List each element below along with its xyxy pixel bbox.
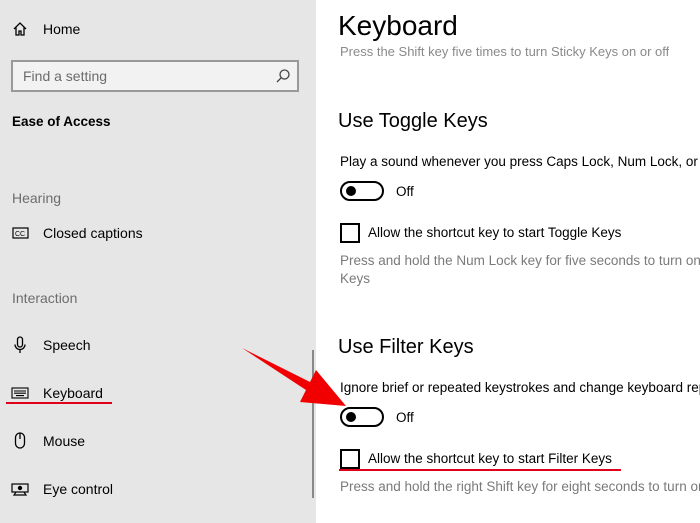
toggle-keys-shortcut-checkbox[interactable]: [340, 223, 360, 243]
sidebar-item-mouse[interactable]: Mouse: [0, 423, 316, 459]
toggle-knob: [346, 412, 356, 422]
page-title: Keyboard: [338, 10, 458, 41]
main-content: Keyboard Press the Shift key five times …: [316, 0, 700, 523]
svg-text:CC: CC: [15, 231, 25, 238]
filter-keys-state: Off: [396, 410, 414, 425]
eye-control-icon: [11, 480, 29, 498]
section-title: Ease of Access: [12, 114, 111, 129]
sidebar-item-label: Speech: [43, 337, 91, 353]
sidebar-item-label: Eye control: [43, 481, 114, 497]
toggle-keys-description: Play a sound whenever you press Caps Loc…: [340, 154, 700, 169]
sidebar-item-closed-captions[interactable]: CC Closed captions: [0, 215, 316, 251]
sidebar-item-label: Mouse: [43, 433, 86, 449]
filter-keys-description: Ignore brief or repeated keystrokes and …: [340, 380, 700, 395]
filter-keys-shortcut-checkbox[interactable]: [340, 449, 360, 469]
annotation-arrow-icon: [242, 348, 346, 406]
microphone-icon: [11, 336, 29, 354]
filter-keys-hint: Press and hold the right Shift key for e…: [340, 479, 700, 494]
filter-keys-annotation-underline: [339, 469, 621, 471]
sidebar-item-label: Closed captions: [43, 225, 143, 241]
toggle-keys-hint-line1: Press and hold the Num Lock key for five…: [340, 253, 700, 268]
toggle-keys-shortcut-label[interactable]: Allow the shortcut key to start Toggle K…: [368, 225, 621, 240]
sidebar: Home Find a setting Ease of Access Heari…: [0, 0, 316, 523]
sidebar-item-label: Keyboard: [43, 385, 103, 401]
keyboard-icon: [11, 384, 29, 402]
toggle-keys-state: Off: [396, 184, 414, 199]
home-icon: [11, 20, 29, 38]
toggle-keys-heading: Use Toggle Keys: [338, 110, 488, 132]
group-title-hearing: Hearing: [12, 190, 62, 206]
active-item-annotation: [6, 402, 112, 404]
sidebar-item-label: Home: [43, 21, 81, 37]
sidebar-item-eye-control[interactable]: Eye control: [0, 471, 316, 507]
toggle-knob: [346, 186, 356, 196]
toggle-keys-hint-line2: Keys: [340, 271, 371, 286]
filter-keys-shortcut-label[interactable]: Allow the shortcut key to start Filter K…: [368, 451, 612, 466]
sidebar-item-home[interactable]: Home: [0, 11, 316, 47]
filter-keys-heading: Use Filter Keys: [338, 336, 474, 358]
search-placeholder: Find a setting: [23, 68, 108, 84]
filter-keys-switch[interactable]: [340, 407, 384, 427]
closed-captions-icon: CC: [11, 224, 29, 242]
group-title-interaction: Interaction: [12, 290, 78, 306]
sticky-keys-hint: Press the Shift key five times to turn S…: [340, 45, 670, 59]
toggle-keys-switch[interactable]: [340, 181, 384, 201]
search-input[interactable]: Find a setting: [11, 60, 299, 92]
mouse-icon: [11, 432, 29, 450]
search-icon[interactable]: [275, 68, 291, 84]
